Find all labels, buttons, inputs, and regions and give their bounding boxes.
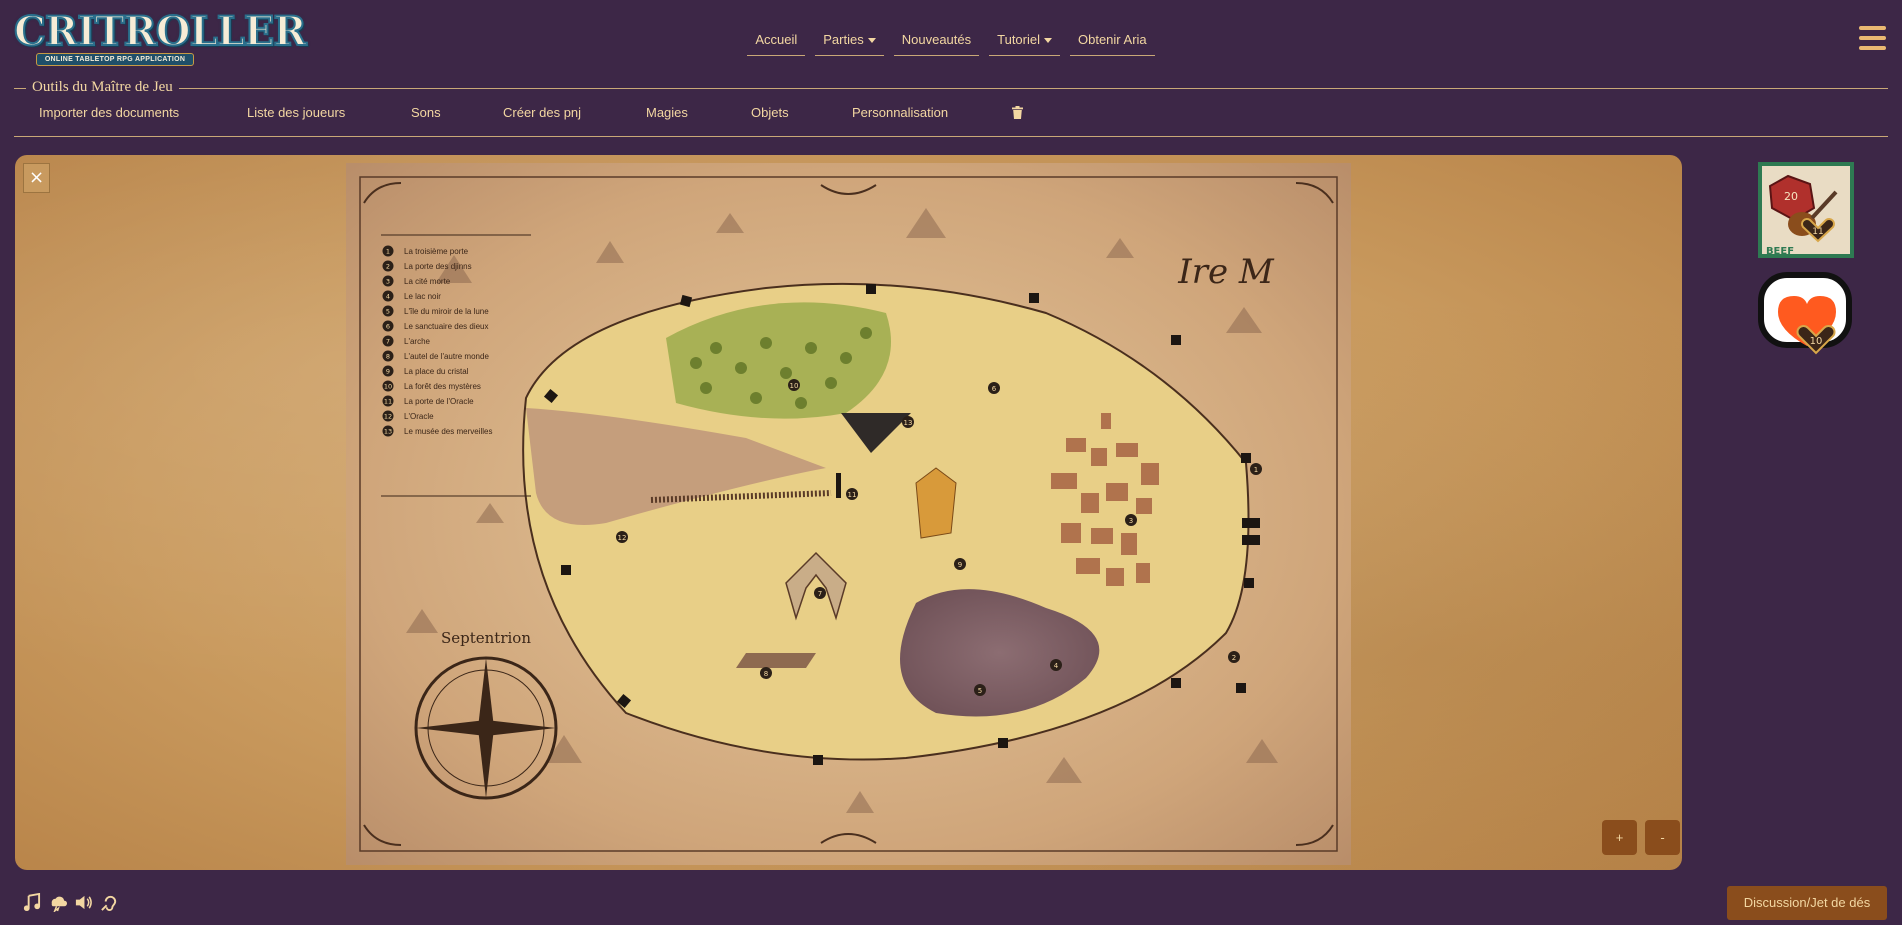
badge-caption: BEEF <box>1766 246 1794 257</box>
hearing-icon[interactable] <box>100 893 119 912</box>
svg-text:6: 6 <box>992 385 997 393</box>
map-image[interactable]: 1 2 3 4 5 6 7 8 9 10 11 12 13 Septentrio… <box>346 163 1351 865</box>
svg-text:10: 10 <box>790 382 799 390</box>
legend-number: 9 <box>386 368 390 376</box>
trash-icon[interactable] <box>1012 106 1023 119</box>
nav-label: Accueil <box>755 32 798 47</box>
nav-label: Obtenir Aria <box>1078 32 1147 47</box>
legend-number: 10 <box>384 383 392 391</box>
legend-label: La cité morte <box>404 277 451 286</box>
legend-label: La porte de l'Oracle <box>404 397 474 406</box>
svg-text:2: 2 <box>1232 654 1236 662</box>
legend-label: L'île du miroir de la lune <box>404 307 489 316</box>
altar <box>736 653 816 668</box>
music-icon[interactable] <box>22 893 41 912</box>
hamburger-menu-icon[interactable] <box>1859 26 1886 50</box>
svg-text:7: 7 <box>818 590 822 598</box>
legend-number: 11 <box>384 398 392 406</box>
legend-item: 12 L'Oracle <box>382 410 434 422</box>
caret-down-icon <box>867 37 876 43</box>
die-label: 20 <box>1784 190 1798 203</box>
legend-label: La porte des djinns <box>404 262 472 271</box>
heart-count: 11 <box>1812 227 1823 237</box>
legend-number: 12 <box>384 413 392 421</box>
svg-text:9: 9 <box>958 561 962 569</box>
map-signature: Ire M <box>1177 252 1275 292</box>
tool-magic[interactable]: Magies <box>646 105 688 120</box>
svg-text:11: 11 <box>848 491 857 499</box>
legend-number: 1 <box>386 248 390 256</box>
legend-label: La troisième porte <box>404 247 469 256</box>
tool-objects[interactable]: Objets <box>751 105 789 120</box>
caret-down-icon <box>1044 37 1052 43</box>
tool-sounds[interactable]: Sons <box>411 105 441 120</box>
legend-number: 2 <box>386 263 390 271</box>
crystal <box>915 467 957 539</box>
nav-tutoriel[interactable]: Tutoriel <box>989 28 1060 56</box>
legend-label: La place du cristal <box>404 367 469 376</box>
volume-icon[interactable] <box>74 893 93 912</box>
gm-tools-title: Outils du Maître de Jeu <box>26 79 179 96</box>
legend-number: 8 <box>386 353 390 361</box>
dice-guitar-badge[interactable]: 20 11 BEEF <box>1758 162 1854 258</box>
legend-label: L'autel de l'autre monde <box>404 352 489 361</box>
top-navigation: Accueil Parties Nouveautés Tutoriel Obte… <box>0 28 1902 58</box>
svg-text:4: 4 <box>1054 662 1059 670</box>
svg-text:1: 1 <box>1254 466 1258 474</box>
legend-label: L'Oracle <box>404 412 434 421</box>
tool-create-npc[interactable]: Créer des pnj <box>503 105 581 120</box>
legend-label: L'arche <box>404 337 431 346</box>
svg-text:5: 5 <box>978 687 982 695</box>
close-map-button[interactable]: × <box>23 163 50 193</box>
heart-count: 10 <box>1810 336 1823 347</box>
nav-label: Parties <box>823 32 864 47</box>
zoom-out-button[interactable]: - <box>1645 820 1680 855</box>
compass-title: Septentrion <box>441 629 531 647</box>
legend-number: 13 <box>384 428 392 436</box>
svg-text:8: 8 <box>764 670 768 678</box>
zoom-in-button[interactable]: + <box>1602 820 1637 855</box>
legend-label: Le lac noir <box>404 292 441 301</box>
map-viewer[interactable]: × 1 2 3 4 5 6 7 8 9 10 11 12 13 Septentr… <box>15 155 1682 870</box>
gm-tools-panel: Outils du Maître de Jeu Importer des doc… <box>14 79 1888 137</box>
tool-customization[interactable]: Personnalisation <box>852 105 948 120</box>
legend-number: 5 <box>386 308 390 316</box>
legend-number: 7 <box>386 338 390 346</box>
gm-tools-bar: Importer des documents Liste des joueurs… <box>14 105 1114 125</box>
nav-label: Nouveautés <box>901 32 972 47</box>
svg-text:13: 13 <box>904 419 913 427</box>
legend-label: Le sanctuaire des dieux <box>404 322 489 331</box>
legend-number: 6 <box>386 323 390 331</box>
legend-label: Le musée des merveilles <box>404 427 492 436</box>
svg-text:3: 3 <box>1129 517 1133 525</box>
legend-number: 4 <box>386 293 390 301</box>
legend-item: 4 Le lac noir <box>382 290 441 302</box>
audio-controls <box>22 893 119 913</box>
nav-parties[interactable]: Parties <box>815 28 884 56</box>
nav-accueil[interactable]: Accueil <box>747 28 806 56</box>
nav-label: Tutoriel <box>997 32 1040 47</box>
nav-nouveautes[interactable]: Nouveautés <box>893 28 980 56</box>
svg-text:12: 12 <box>618 534 627 542</box>
legend-item: 7 L'arche <box>382 335 431 347</box>
legend-number: 3 <box>386 278 390 286</box>
tool-player-list[interactable]: Liste des joueurs <box>247 105 345 120</box>
chat-dice-button[interactable]: Discussion/Jet de dés <box>1727 886 1887 920</box>
mug-badge[interactable]: 10 <box>1758 270 1854 366</box>
nav-obtenir-aria[interactable]: Obtenir Aria <box>1070 28 1155 56</box>
weather-icon[interactable] <box>48 893 67 912</box>
legend-label: La forêt des mystères <box>404 382 481 391</box>
tool-import-documents[interactable]: Importer des documents <box>39 105 179 120</box>
